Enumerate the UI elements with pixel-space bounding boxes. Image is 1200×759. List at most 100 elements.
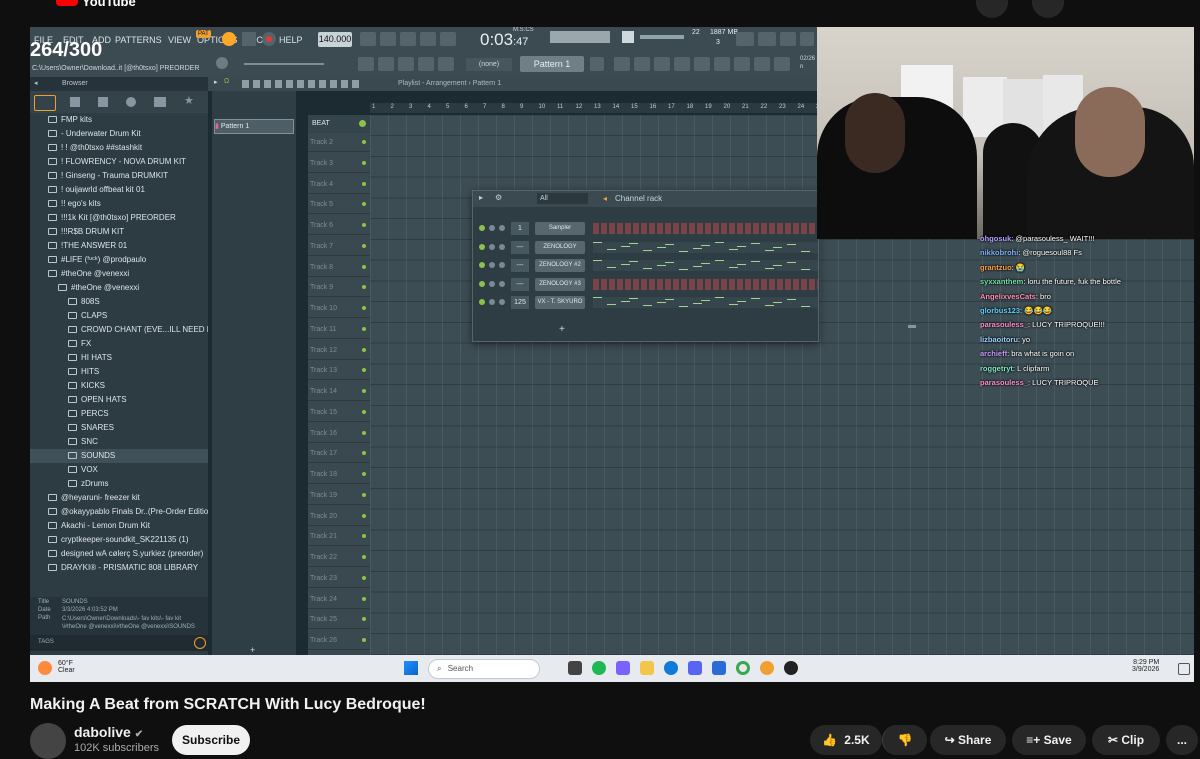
- piano-roll-preview[interactable]: [593, 260, 818, 271]
- obs-icon[interactable]: [784, 661, 798, 675]
- browser-item[interactable]: @heyaruni- freezer kit: [30, 491, 208, 505]
- channel-mute-dot[interactable]: [479, 243, 485, 250]
- track-header[interactable]: Track 5: [308, 195, 370, 215]
- browser-library-icon[interactable]: [154, 97, 166, 107]
- browser-online-icon[interactable]: [126, 97, 136, 107]
- track-mute-dot[interactable]: [362, 596, 366, 601]
- timeline-ruler[interactable]: 1234567891011121314151617181920212223242…: [370, 103, 934, 113]
- track-mute-dot[interactable]: [362, 555, 366, 559]
- step-sequencer[interactable]: [593, 278, 818, 290]
- channel-mute-dot[interactable]: [479, 225, 485, 231]
- weather-widget[interactable]: 60°F Clear: [58, 660, 75, 674]
- track-header[interactable]: Track 18: [308, 465, 370, 484]
- channel-mute-dot[interactable]: [479, 280, 485, 287]
- help-icon[interactable]: [800, 32, 814, 46]
- browser-item[interactable]: @okayypablo Finals Dr..(Pre-Order Editio…: [30, 505, 208, 519]
- browser-item[interactable]: SNARES: [30, 421, 208, 435]
- track-header[interactable]: Track 23: [308, 569, 370, 588]
- master-pitch-slider[interactable]: [244, 63, 324, 65]
- track-header[interactable]: Track 12: [308, 341, 370, 360]
- browser-item[interactable]: VOX: [30, 463, 208, 477]
- youtube-logo-icon[interactable]: [56, 0, 78, 6]
- browser-item[interactable]: KICKS: [30, 379, 208, 393]
- tempo-display[interactable]: 140.000: [318, 32, 352, 47]
- track-mute-dot[interactable]: [362, 202, 366, 207]
- mixer-icon[interactable]: [654, 57, 670, 71]
- browser-item[interactable]: designed wA cølerç S.yurkiez (preorder): [30, 547, 208, 561]
- track-header[interactable]: Track 9: [308, 278, 370, 298]
- link-icon[interactable]: [418, 57, 434, 71]
- track-header[interactable]: Track 17: [308, 444, 370, 464]
- piano-roll-window-icon[interactable]: [674, 57, 690, 71]
- browser-item[interactable]: ! FLOWRENCY - NOVA DRUM KIT: [30, 155, 208, 169]
- wait-input-icon[interactable]: [380, 32, 396, 46]
- track-header[interactable]: Track 2: [308, 133, 370, 152]
- notification-icon[interactable]: [1178, 663, 1190, 675]
- playlist-tools[interactable]: [242, 80, 362, 88]
- track-mute-dot[interactable]: [362, 389, 366, 393]
- track-mute-dot[interactable]: [362, 451, 366, 456]
- taskbar-search[interactable]: ⌕ Search: [428, 659, 540, 679]
- channel-pan-knob[interactable]: [499, 299, 505, 305]
- channel-name[interactable]: dabolive ✔: [74, 724, 143, 740]
- browser-item[interactable]: !!!1k Kit [@th0tsxo] PREORDER: [30, 211, 208, 225]
- add-pattern-icon[interactable]: [590, 57, 604, 71]
- track-mute-dot[interactable]: [362, 430, 366, 435]
- project-info-icon[interactable]: [734, 57, 750, 71]
- track-header[interactable]: Track 15: [308, 403, 370, 422]
- channel-mute-dot[interactable]: [479, 299, 485, 305]
- track-mute-dot[interactable]: [362, 243, 366, 248]
- menu-item-view[interactable]: VIEW: [168, 35, 191, 45]
- channel-name-button[interactable]: VX - T. SKYURO: [535, 296, 585, 309]
- track-header[interactable]: Track 13: [308, 361, 370, 381]
- browser-item[interactable]: ! ouijawrld offbeat kit 01: [30, 183, 208, 197]
- browser-item[interactable]: SNC: [30, 435, 208, 449]
- track-mute-dot[interactable]: [362, 638, 366, 642]
- browser-item[interactable]: FX: [30, 337, 208, 351]
- playlist-window-icon[interactable]: [614, 57, 630, 71]
- dislike-button[interactable]: 👎: [882, 725, 927, 755]
- track-header[interactable]: Track 4: [308, 175, 370, 194]
- blend-notes-icon[interactable]: [440, 32, 456, 46]
- track-mute-dot[interactable]: [362, 368, 366, 373]
- browser-item[interactable]: PERCS: [30, 407, 208, 421]
- channel-mixer-track[interactable]: 1: [511, 222, 529, 235]
- browser-item[interactable]: HI HATS: [30, 351, 208, 365]
- track-mute-dot[interactable]: [362, 575, 366, 580]
- step-edit-icon[interactable]: [420, 32, 436, 46]
- track-mute-dot[interactable]: [362, 472, 366, 476]
- track-header[interactable]: Track 3: [308, 154, 370, 173]
- weather-icon[interactable]: [38, 661, 52, 675]
- browser-plugins-icon[interactable]: [98, 97, 108, 107]
- channel-volume-knob[interactable]: [489, 262, 495, 268]
- favorites-star-icon[interactable]: ★: [184, 94, 194, 107]
- browser-item[interactable]: Akachi - Lemon Drum Kit: [30, 519, 208, 533]
- track-mute-dot[interactable]: [362, 492, 366, 497]
- track-header[interactable]: Track 16: [308, 424, 370, 443]
- share-button[interactable]: ↪ Share: [930, 725, 1006, 755]
- create-button[interactable]: [1032, 0, 1064, 18]
- channel-volume-knob[interactable]: [489, 280, 495, 287]
- track-header[interactable]: Track 6: [308, 216, 370, 235]
- track-header[interactable]: Track 7: [308, 237, 370, 256]
- file-explorer-icon[interactable]: [640, 661, 654, 675]
- menu-item-patterns[interactable]: PATTERNS: [115, 35, 162, 45]
- channel-pan-knob[interactable]: [499, 243, 505, 250]
- edge-icon[interactable]: [664, 661, 678, 675]
- playlist-tool-icon[interactable]: Ω: [224, 78, 229, 85]
- discord-icon[interactable]: [688, 661, 702, 675]
- beat-track-dot[interactable]: [359, 120, 366, 127]
- channel-filter[interactable]: All: [537, 193, 588, 204]
- channel-mixer-track[interactable]: 125: [511, 296, 529, 309]
- video-player[interactable]: FILE EDIT ADD PATTERNS VIEW OPTIONS TOOLS HELP …: [30, 27, 1194, 682]
- pattern-clip-1[interactable]: ▮ Pattern 1: [214, 119, 294, 134]
- track-header[interactable]: Track 24: [308, 590, 370, 609]
- track-mute-dot[interactable]: [362, 223, 366, 227]
- tags-search-icon[interactable]: [194, 637, 206, 649]
- browser-item[interactable]: HITS: [30, 365, 208, 379]
- track-mute-dot[interactable]: [362, 617, 366, 622]
- channel-rack-gear-icon[interactable]: ⚙: [495, 193, 502, 202]
- task-view-icon[interactable]: [568, 661, 582, 675]
- subscribe-button[interactable]: Subscribe: [172, 725, 250, 755]
- piano-roll-icon[interactable]: [358, 57, 374, 71]
